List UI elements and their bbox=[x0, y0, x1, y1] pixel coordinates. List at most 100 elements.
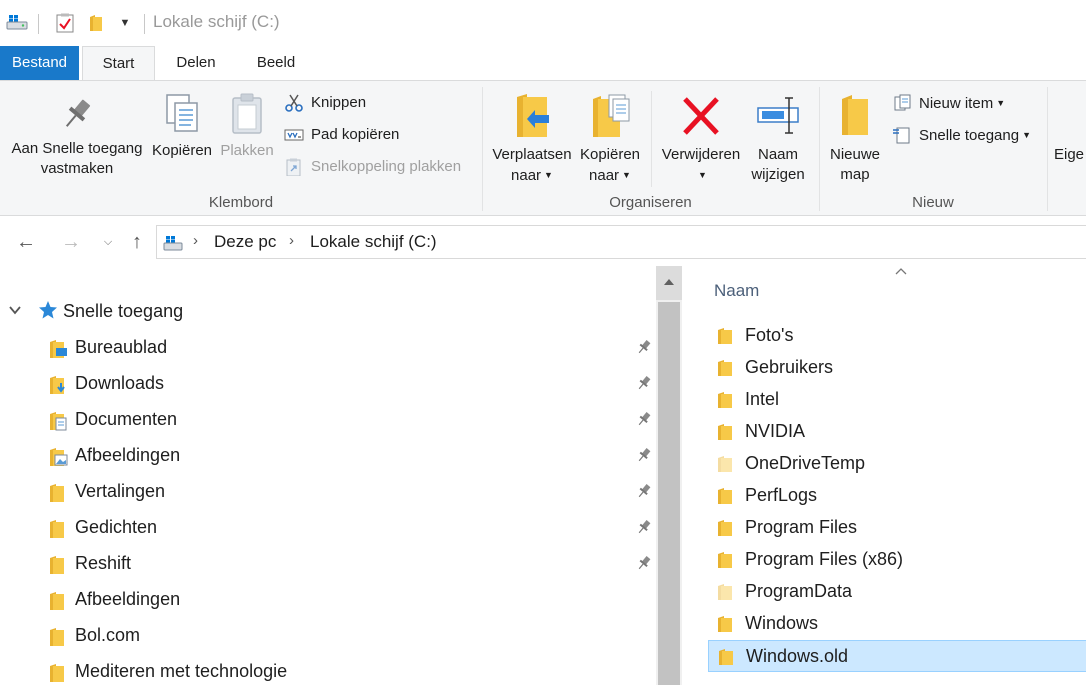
tree-item-bureaublad[interactable]: Bureaublad bbox=[0, 331, 656, 367]
new-item-button[interactable]: Nieuw item ▼ bbox=[892, 92, 1042, 114]
tree-item-label: Afbeeldingen bbox=[75, 445, 181, 465]
scroll-up-button[interactable] bbox=[656, 266, 682, 300]
recent-locations-chevron-icon[interactable]: ⌵ bbox=[97, 232, 119, 252]
tab-share[interactable]: Delen bbox=[158, 46, 234, 80]
folder-icon bbox=[50, 520, 64, 538]
copy-to-icon bbox=[593, 94, 630, 137]
properties-button[interactable]: Eige bbox=[1054, 145, 1086, 165]
tree-item-documenten[interactable]: Documenten bbox=[0, 403, 656, 439]
tree-item-label: Bureaublad bbox=[75, 337, 168, 357]
tree-item-afbeeldingen[interactable]: Afbeeldingen bbox=[0, 439, 656, 475]
pin-icon[interactable] bbox=[636, 375, 652, 391]
forward-arrow-icon[interactable]: → bbox=[60, 232, 82, 252]
cut-label: Knippen bbox=[311, 94, 367, 111]
pictures-folder-icon bbox=[50, 448, 68, 466]
tree-item-reshift[interactable]: Reshift bbox=[0, 547, 656, 583]
properties-icon[interactable] bbox=[56, 13, 74, 33]
chevron-right-icon[interactable]: › bbox=[193, 232, 198, 249]
move-to-button[interactable]: Verplaatsen naar ▼ bbox=[488, 93, 576, 186]
ribbon: Aan Snelle toegang vastmaken Kopiëren Pl… bbox=[0, 80, 1086, 216]
folder-icon bbox=[718, 488, 732, 504]
chevron-down-icon[interactable]: ▼ bbox=[118, 14, 132, 32]
copy-to-button[interactable]: Kopiëren naar ▼ bbox=[576, 93, 644, 186]
file-name: PerfLogs bbox=[745, 485, 818, 505]
chevron-down-icon: ▼ bbox=[1022, 130, 1032, 140]
delete-button[interactable]: Verwijderen ▼ bbox=[656, 93, 746, 186]
delete-x-icon bbox=[683, 97, 719, 135]
group-separator bbox=[482, 87, 483, 211]
tree-item-vertalingen[interactable]: Vertalingen bbox=[0, 475, 656, 511]
folder-icon bbox=[50, 628, 64, 646]
move-to-icon bbox=[517, 94, 549, 137]
pin-icon[interactable] bbox=[636, 483, 652, 499]
tab-file[interactable]: Bestand bbox=[0, 46, 79, 80]
paste-button[interactable]: Plakken bbox=[216, 93, 278, 161]
folder-icon bbox=[718, 424, 732, 440]
file-row[interactable]: Foto's bbox=[708, 320, 1086, 352]
scroll-thumb[interactable] bbox=[658, 302, 680, 685]
breadcrumb-this-pc[interactable]: Deze pc bbox=[214, 232, 276, 252]
file-row[interactable]: NVIDIA bbox=[708, 416, 1086, 448]
pin-icon[interactable] bbox=[636, 339, 652, 355]
group-label-clipboard: Klembord bbox=[208, 194, 274, 211]
pin-icon[interactable] bbox=[636, 411, 652, 427]
new-item-label: Nieuw item bbox=[919, 95, 994, 112]
back-arrow-icon[interactable]: ← bbox=[15, 232, 37, 252]
file-row[interactable]: Program Files bbox=[708, 512, 1086, 544]
title-bar: ▼ Lokale schijf (C:) bbox=[0, 0, 1086, 46]
address-bar[interactable]: › Deze pc › Lokale schijf (C:) bbox=[156, 225, 1086, 259]
copy-icon bbox=[166, 94, 198, 132]
up-arrow-icon[interactable]: ↑ bbox=[126, 232, 148, 252]
copy-button[interactable]: Kopiëren bbox=[150, 93, 214, 161]
file-row-selected[interactable]: Windows.old bbox=[708, 640, 1086, 672]
tab-home[interactable]: Start bbox=[82, 46, 155, 81]
star-icon bbox=[39, 301, 57, 319]
downloads-folder-icon bbox=[50, 376, 65, 394]
copy-path-button[interactable]: Pad kopiëren bbox=[284, 124, 464, 146]
pin-icon[interactable] bbox=[636, 447, 652, 463]
easy-access-icon bbox=[893, 127, 910, 144]
chevron-right-icon[interactable]: › bbox=[289, 232, 294, 249]
pin-to-quick-access-button[interactable]: Aan Snelle toegang vastmaken bbox=[4, 97, 150, 179]
file-row[interactable]: Intel bbox=[708, 384, 1086, 416]
tree-item-afbeeldingen[interactable]: Afbeeldingen bbox=[0, 583, 656, 619]
column-header-name[interactable]: Naam bbox=[714, 281, 759, 301]
tab-view[interactable]: Beeld bbox=[238, 46, 314, 80]
tree-item-bol-com[interactable]: Bol.com bbox=[0, 619, 656, 655]
chevron-down-icon: ▼ bbox=[996, 98, 1006, 108]
tree-item-mediteren-met-technologie[interactable]: Mediteren met technologie bbox=[0, 655, 656, 685]
pin-icon[interactable] bbox=[636, 519, 652, 535]
rename-label-line2: wijzigen bbox=[751, 166, 805, 183]
file-row[interactable]: Windows bbox=[708, 608, 1086, 640]
new-item-icon bbox=[894, 94, 911, 111]
chevron-down-icon: ▼ bbox=[622, 170, 631, 180]
tree-item-label: Mediteren met technologie bbox=[75, 661, 288, 681]
tree-item-downloads[interactable]: Downloads bbox=[0, 367, 656, 403]
new-folder-label-line2: map bbox=[840, 166, 870, 183]
breadcrumb-local-disk[interactable]: Lokale schijf (C:) bbox=[310, 232, 437, 252]
drive-icon bbox=[6, 15, 28, 30]
pin-icon[interactable] bbox=[636, 555, 652, 571]
folder-icon bbox=[718, 456, 732, 472]
pin-icon bbox=[65, 99, 91, 127]
nav-pane-scrollbar[interactable] bbox=[656, 266, 682, 685]
file-row[interactable]: Gebruikers bbox=[708, 352, 1086, 384]
paste-shortcut-label: Snelkoppeling plakken bbox=[311, 158, 462, 175]
tree-item-label: Snelle toegang bbox=[63, 301, 184, 321]
file-name: Gebruikers bbox=[745, 357, 834, 377]
file-row[interactable]: PerfLogs bbox=[708, 480, 1086, 512]
cut-button[interactable]: Knippen bbox=[284, 92, 464, 114]
file-row[interactable]: Program Files (x86) bbox=[708, 544, 1086, 576]
new-folder-icon[interactable] bbox=[89, 14, 103, 32]
easy-access-button[interactable]: Snelle toegang ▼ bbox=[892, 124, 1042, 146]
expand-chevron-icon[interactable] bbox=[8, 303, 22, 317]
rename-button[interactable]: Naam wijzigen bbox=[746, 93, 810, 185]
file-row[interactable]: OneDriveTemp bbox=[708, 448, 1086, 480]
easy-access-label: Snelle toegang bbox=[919, 127, 1020, 144]
properties-label: Eige bbox=[1054, 146, 1085, 163]
tree-item-quick-access[interactable]: Snelle toegang bbox=[0, 295, 656, 331]
new-folder-button[interactable]: Nieuwe map bbox=[824, 93, 886, 185]
paste-shortcut-button[interactable]: Snelkoppeling plakken bbox=[284, 156, 474, 178]
file-row[interactable]: ProgramData bbox=[708, 576, 1086, 608]
tree-item-gedichten[interactable]: Gedichten bbox=[0, 511, 656, 547]
